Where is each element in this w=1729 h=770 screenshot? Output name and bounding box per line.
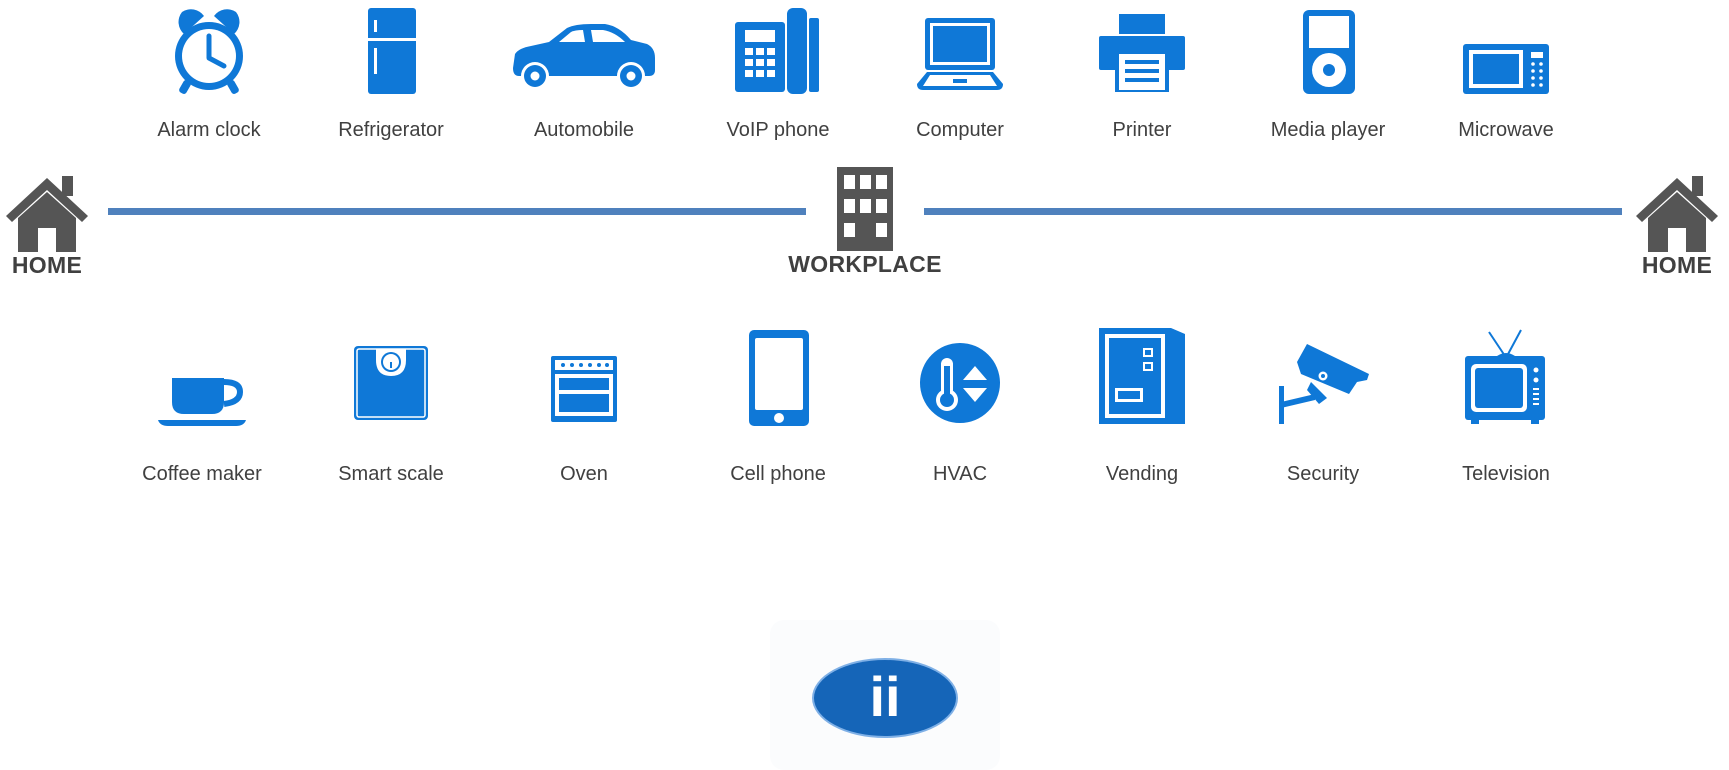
device-label: Vending xyxy=(1105,463,1179,485)
device-hvac: HVAC xyxy=(875,338,1045,485)
oven-icon xyxy=(551,356,617,422)
device-coffee-maker: Coffee maker xyxy=(117,338,287,485)
alarm-clock-icon xyxy=(175,9,243,94)
device-cell-phone: Cell phone xyxy=(693,330,863,485)
device-media-player: Media player xyxy=(1243,6,1413,141)
security-camera-icon xyxy=(1279,344,1369,424)
cell-phone-icon xyxy=(749,330,809,426)
device-label: Microwave xyxy=(1458,119,1554,141)
device-television: Television xyxy=(1421,329,1591,485)
printer-icon xyxy=(1099,14,1185,92)
computer-icon xyxy=(917,18,1003,90)
automobile-icon xyxy=(513,24,655,90)
logo-text: ii xyxy=(869,665,900,728)
device-voip-phone: VoIP phone xyxy=(693,6,863,141)
coffee-maker-icon xyxy=(158,378,246,426)
commute-line-right xyxy=(924,208,1622,215)
workplace: WORKPLACE xyxy=(770,165,960,278)
device-label: Smart scale xyxy=(338,463,444,485)
device-label: Coffee maker xyxy=(142,463,262,485)
device-label: Alarm clock xyxy=(157,119,261,141)
device-label: Cell phone xyxy=(730,463,826,485)
microwave-icon xyxy=(1463,44,1549,94)
place-label: HOME xyxy=(1641,252,1713,278)
refrigerator-icon xyxy=(368,8,416,94)
device-label: Television xyxy=(1462,463,1550,485)
device-label: Security xyxy=(1286,463,1360,485)
television-icon xyxy=(1465,329,1545,424)
device-label: Oven xyxy=(560,463,608,485)
iot-diagram: Alarm clock Refrigerator Automobile VoIP… xyxy=(0,0,1729,770)
hvac-icon xyxy=(920,343,1000,423)
device-label: Media player xyxy=(1270,119,1386,141)
device-label: Printer xyxy=(1112,119,1172,141)
smart-scale-icon xyxy=(354,346,428,420)
device-label: Computer xyxy=(916,119,1004,141)
voip-phone-icon xyxy=(735,8,819,94)
logo-container: ii xyxy=(770,620,1000,770)
device-label: Refrigerator xyxy=(338,119,444,141)
commute-line-left xyxy=(108,208,806,215)
device-oven: Oven xyxy=(499,338,669,485)
device-label: Automobile xyxy=(533,119,635,141)
place-label: HOME xyxy=(11,252,83,278)
house-icon xyxy=(1636,176,1718,252)
device-smart-scale: Smart scale xyxy=(306,338,476,485)
ii-logo: ii xyxy=(812,658,958,738)
device-alarm-clock: Alarm clock xyxy=(124,6,294,141)
home-right: HOME xyxy=(1630,172,1724,279)
device-label: HVAC xyxy=(932,463,988,485)
device-computer: Computer xyxy=(875,6,1045,141)
device-label: VoIP phone xyxy=(726,119,830,141)
media-player-icon xyxy=(1303,10,1355,94)
device-microwave: Microwave xyxy=(1421,6,1591,141)
house-icon xyxy=(6,176,88,252)
home-left: HOME xyxy=(0,172,94,279)
vending-machine-icon xyxy=(1099,328,1185,424)
office-building-icon xyxy=(837,167,893,251)
device-security: Security xyxy=(1238,338,1408,485)
device-refrigerator: Refrigerator xyxy=(306,6,476,141)
device-vending: Vending xyxy=(1057,328,1227,485)
device-automobile: Automobile xyxy=(499,6,669,141)
device-printer: Printer xyxy=(1057,6,1227,141)
place-label: WORKPLACE xyxy=(788,251,942,277)
